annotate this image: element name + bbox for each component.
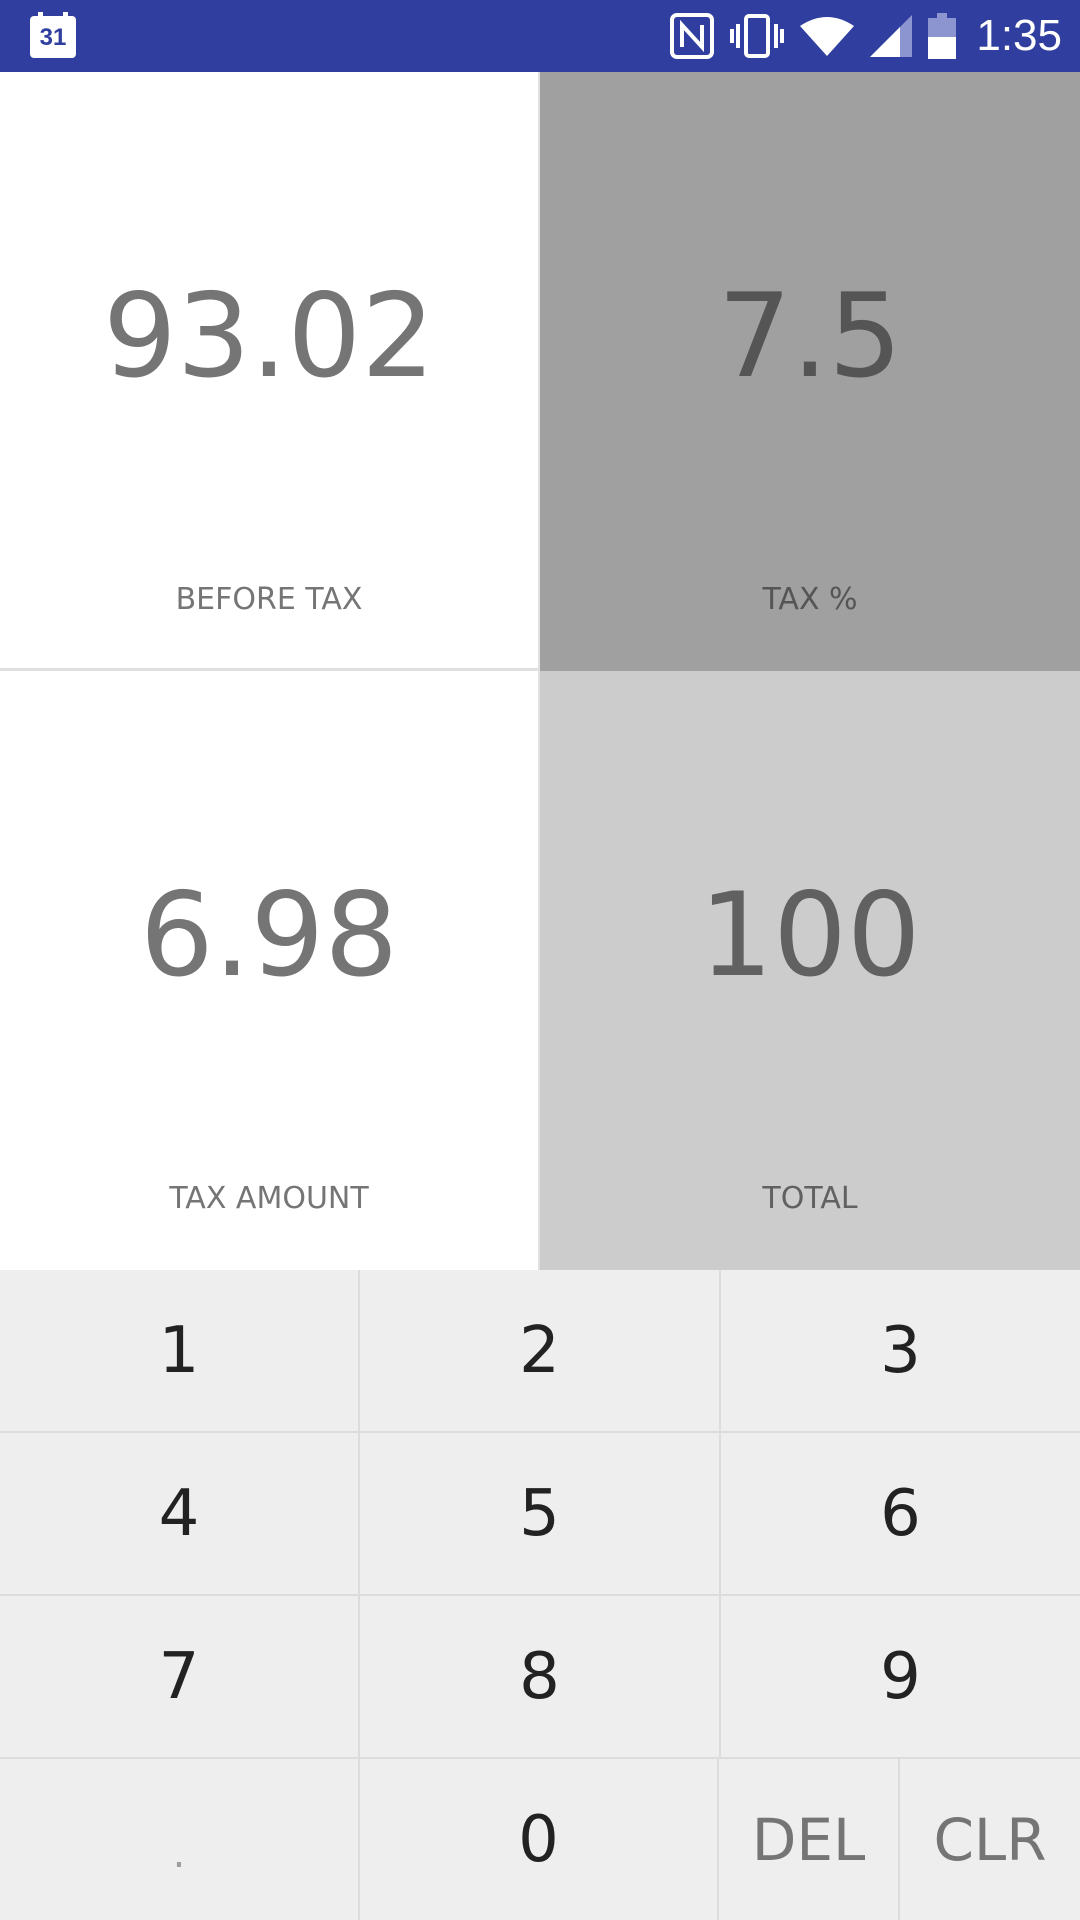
total-label: TOTAL [762,1181,858,1216]
key-0[interactable]: 0 [360,1759,719,1920]
tax-percent-label: TAX % [762,582,858,617]
key-9[interactable]: 9 [721,1596,1080,1759]
wifi-icon [800,16,855,56]
calendar-day: 31 [39,24,67,51]
key-1[interactable]: 1 [0,1270,360,1433]
key-3[interactable]: 3 [721,1270,1080,1433]
calendar-icon: 31 [28,12,78,60]
total-field[interactable]: 100 TOTAL [540,671,1080,1270]
status-bar: 31 1:35 [0,0,1080,72]
signal-icon [870,15,913,57]
before-tax-value: 93.02 [102,269,436,404]
tax-percent-field[interactable]: 7.5 TAX % [540,72,1080,671]
key-5[interactable]: 5 [360,1433,721,1596]
tax-amount-field[interactable]: 6.98 TAX AMOUNT [0,671,540,1270]
nfc-icon [670,13,715,59]
key-2[interactable]: 2 [360,1270,721,1433]
key-decimal[interactable]: . [0,1759,360,1920]
status-time: 1:35 [976,11,1062,60]
before-tax-label: BEFORE TAX [175,582,363,617]
key-4[interactable]: 4 [0,1433,360,1596]
key-8[interactable]: 8 [360,1596,721,1759]
key-7[interactable]: 7 [0,1596,360,1759]
tax-amount-value: 6.98 [139,868,399,1003]
tax-percent-value: 7.5 [717,269,903,404]
display-panel: 93.02 BEFORE TAX 7.5 TAX % 6.98 TAX AMOU… [0,72,1080,1270]
keypad: 1 2 3 4 5 6 7 8 9 . 0 DEL CLR [0,1270,1080,1920]
status-icons: 1:35 [670,0,1062,72]
total-value: 100 [699,868,921,1003]
key-6[interactable]: 6 [721,1433,1080,1596]
clear-button[interactable]: CLR [900,1759,1080,1920]
tax-amount-label: TAX AMOUNT [169,1181,369,1216]
battery-icon [928,13,957,59]
before-tax-field[interactable]: 93.02 BEFORE TAX [0,72,540,671]
delete-button[interactable]: DEL [719,1759,900,1920]
vibrate-icon [730,14,785,58]
